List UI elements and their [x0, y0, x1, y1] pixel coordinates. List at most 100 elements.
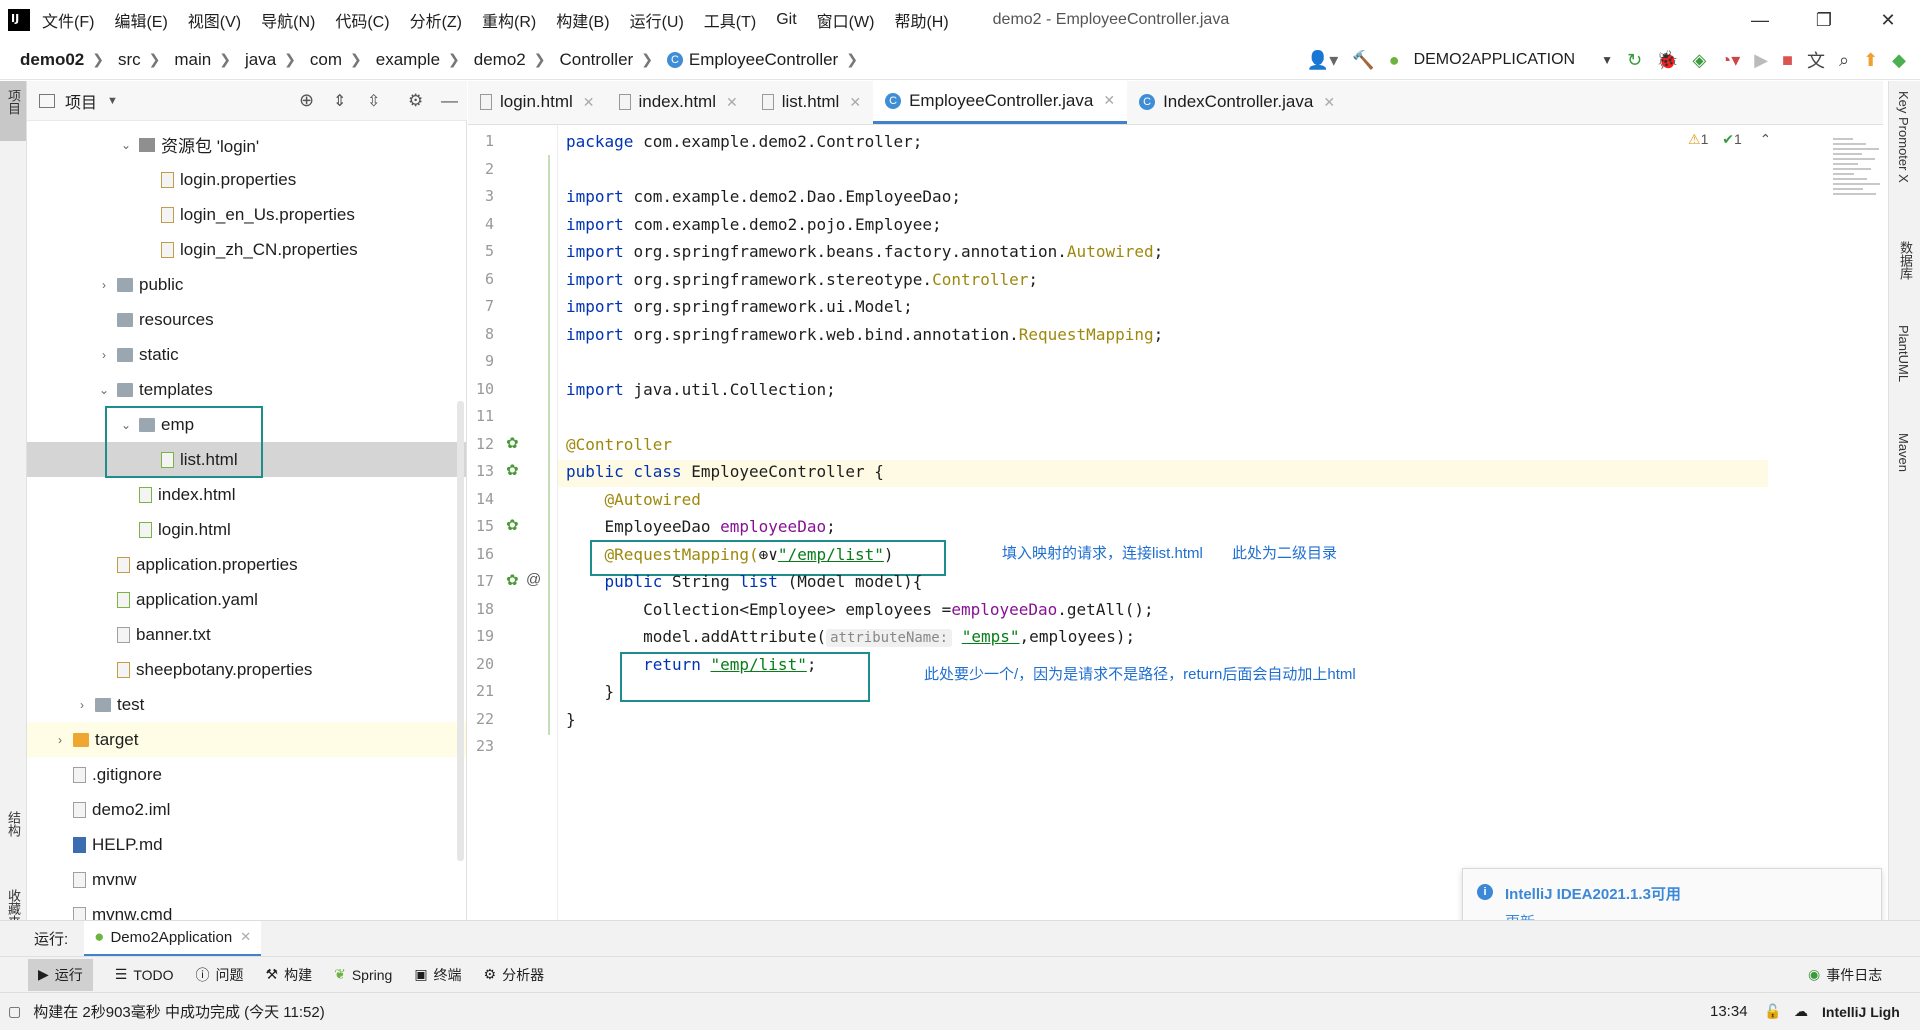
tab-list-html[interactable]: list.html ✕	[750, 80, 873, 124]
tool-spring[interactable]: ❦ Spring	[334, 966, 392, 983]
tree-item[interactable]: demo2.iml	[27, 792, 466, 827]
menu-run[interactable]: 运行(U)	[630, 8, 684, 32]
run-icon[interactable]: ▶	[1754, 50, 1768, 71]
clock-text[interactable]: 13:34	[1710, 1003, 1748, 1020]
tree-item[interactable]: sheepbotany.properties	[27, 652, 466, 687]
theme-name[interactable]: IntelliJ Ligh	[1822, 1004, 1900, 1020]
hide-panel-icon[interactable]: —	[441, 91, 458, 111]
tree-item[interactable]: login_zh_CN.properties	[27, 232, 466, 267]
status-panel-icon[interactable]: ▢	[8, 1003, 21, 1020]
restore-icon[interactable]: ❐	[1792, 0, 1856, 40]
tool-build[interactable]: ⚒ 构建	[266, 965, 313, 985]
chevron-up-icon[interactable]: ⌃	[1760, 131, 1768, 147]
rerun-icon[interactable]: ↻	[1627, 50, 1642, 71]
tree-item[interactable]: banner.txt	[27, 617, 466, 652]
chevron-right-icon[interactable]: ›	[97, 278, 111, 292]
user-icon[interactable]: 👤▾	[1307, 50, 1338, 71]
close-icon[interactable]: ✕	[1856, 0, 1920, 40]
menu-refactor[interactable]: 重构(R)	[482, 8, 536, 32]
menu-tools[interactable]: 工具(T)	[704, 8, 756, 32]
chevron-down-icon[interactable]: ▼	[107, 95, 118, 107]
close-tab-icon[interactable]: ✕	[583, 94, 595, 111]
tree-item[interactable]: application.properties	[27, 547, 466, 582]
tab-plantuml[interactable]: PlantUML	[1896, 325, 1911, 382]
tree-item[interactable]: › static	[27, 337, 466, 372]
tool-terminal[interactable]: ▣ 终端	[414, 965, 461, 985]
tab-key-promoter[interactable]: Key Promoter X	[1896, 91, 1911, 183]
chevron-down-icon[interactable]: ▼	[1601, 53, 1613, 67]
spring-bean-icon[interactable]: ✿	[506, 461, 519, 479]
tab-project[interactable]: 项目	[4, 89, 23, 115]
menu-edit[interactable]: 编辑(E)	[114, 8, 167, 32]
tree-item[interactable]: resources	[27, 302, 466, 337]
menu-help[interactable]: 帮助(H)	[894, 8, 948, 32]
breadcrumb-item[interactable]: Controller	[559, 50, 633, 70]
tool-event-log[interactable]: ◉ 事件日志	[1808, 965, 1882, 985]
tree-item[interactable]: › test	[27, 687, 466, 722]
expand-all-icon[interactable]: ⇕	[333, 91, 346, 111]
profile-icon[interactable]: ◔▾	[1720, 50, 1740, 71]
tab-employee-controller[interactable]: C EmployeeController.java ✕	[873, 80, 1128, 124]
tree-item[interactable]: login_en_Us.properties	[27, 197, 466, 232]
breadcrumb-item[interactable]: main	[174, 50, 211, 70]
menu-file[interactable]: 文件(F)	[42, 8, 94, 32]
chevron-right-icon[interactable]: ›	[75, 698, 89, 712]
menu-window[interactable]: 窗口(W)	[817, 8, 875, 32]
tool-profiler[interactable]: ⚙ 分析器	[484, 965, 545, 985]
tree-item[interactable]: mvnw	[27, 862, 466, 897]
tab-login-html[interactable]: login.html ✕	[468, 80, 607, 124]
tree-item[interactable]: ⌄ templates	[27, 372, 466, 407]
tree-item[interactable]: application.yaml	[27, 582, 466, 617]
run-configuration-select[interactable]: DEMO2APPLICATION	[1414, 51, 1576, 69]
breadcrumb-item[interactable]: com	[310, 50, 342, 70]
tree-item[interactable]: login.properties	[27, 162, 466, 197]
build-hammer-icon[interactable]: 🔨	[1352, 50, 1374, 71]
tab-structure[interactable]: 结构	[4, 811, 23, 837]
tab-maven[interactable]: Maven	[1896, 433, 1911, 472]
close-tab-icon[interactable]: ✕	[1103, 92, 1115, 109]
lock-icon[interactable]: 🔓	[1764, 1003, 1781, 1020]
menu-build[interactable]: 构建(B)	[556, 8, 609, 32]
coverage-icon[interactable]: ◈	[1692, 50, 1706, 71]
spring-bean-icon[interactable]: ✿	[506, 516, 519, 534]
gear-icon[interactable]: ⚙	[408, 91, 423, 111]
breadcrumb-item[interactable]: EmployeeController	[689, 50, 838, 70]
menu-git[interactable]: Git	[776, 11, 796, 29]
project-panel-title[interactable]: 项目	[65, 89, 97, 113]
breadcrumb-item[interactable]: example	[376, 50, 440, 70]
close-tab-icon[interactable]: ✕	[726, 94, 738, 111]
at-icon[interactable]: @	[526, 571, 541, 588]
close-tab-icon[interactable]: ✕	[849, 94, 861, 111]
chevron-right-icon[interactable]: ›	[53, 733, 67, 747]
tool-todo[interactable]: ☰ TODO	[115, 966, 174, 983]
menu-navigate[interactable]: 导航(N)	[261, 8, 315, 32]
menu-view[interactable]: 视图(V)	[188, 8, 241, 32]
search-icon[interactable]: ⌕	[1839, 50, 1849, 71]
tab-index-controller[interactable]: C IndexController.java ✕	[1127, 80, 1347, 124]
breadcrumb-item[interactable]: java	[245, 50, 276, 70]
tab-index-html[interactable]: index.html ✕	[607, 80, 750, 124]
status-message[interactable]: 构建在 2秒903毫秒 中成功完成 (今天 11:52)	[33, 1001, 324, 1022]
tree-item[interactable]: › target	[27, 722, 466, 757]
tree-item[interactable]: login.html	[27, 512, 466, 547]
tool-problems[interactable]: ⓘ 问题	[196, 965, 244, 985]
tree-item[interactable]: ⌄ 资源包 'login'	[27, 127, 466, 162]
minimize-icon[interactable]: —	[1728, 0, 1792, 40]
collapse-all-icon[interactable]: ⇳	[367, 91, 380, 111]
tree-scrollbar[interactable]	[457, 401, 464, 861]
tab-database[interactable]: 数据库	[1896, 241, 1915, 280]
locate-icon[interactable]: ⊕	[299, 90, 314, 111]
tool-run[interactable]: ▶ 运行	[28, 958, 93, 991]
stop-icon[interactable]: ■	[1782, 50, 1793, 71]
code-editor[interactable]: ⚠1 ✔1 ⌃ ⌄ 填入映射的请求，连接list.html 此处为二级目录 此处…	[558, 125, 1768, 920]
inspection-widget[interactable]: ⚠1 ✔1 ⌃ ⌄	[1688, 131, 1768, 148]
close-tab-icon[interactable]: ✕	[1323, 94, 1335, 111]
close-tab-icon[interactable]: ✕	[240, 929, 251, 945]
menu-code[interactable]: 代码(C)	[335, 8, 389, 32]
spring-bean-icon[interactable]: ✿	[506, 434, 519, 452]
tree-item[interactable]: index.html	[27, 477, 466, 512]
breadcrumb-item[interactable]: demo2	[474, 50, 526, 70]
tree-item[interactable]: HELP.md	[27, 827, 466, 862]
tree-item[interactable]: .gitignore	[27, 757, 466, 792]
chevron-right-icon[interactable]: ›	[97, 348, 111, 362]
